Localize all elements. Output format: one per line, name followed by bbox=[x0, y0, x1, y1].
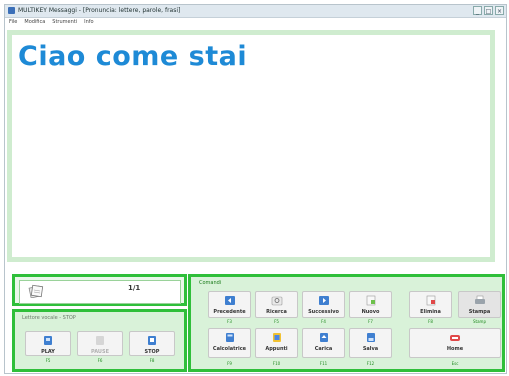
stop-icon bbox=[148, 336, 156, 345]
salva-button[interactable]: Salva bbox=[349, 328, 392, 358]
carica-button[interactable]: Carica bbox=[302, 328, 345, 358]
page-count: 1/1 bbox=[128, 284, 141, 292]
home-icon bbox=[450, 335, 460, 341]
commands-panel: Comandi Precedente F3 Ricerca F5 Success… bbox=[188, 274, 505, 372]
minimize-button[interactable]: _ bbox=[473, 6, 482, 15]
message-editor[interactable]: Ciao come stai bbox=[7, 30, 495, 262]
menu-file[interactable]: File bbox=[9, 18, 17, 27]
menu-info[interactable]: Info bbox=[84, 18, 93, 27]
pause-key: F6 bbox=[97, 358, 103, 363]
play-key: F5 bbox=[45, 358, 51, 363]
pages-icon bbox=[28, 284, 44, 298]
voice-reader-panel: Lettore vocale - STOP PLAY F5 PAUSE F6 S… bbox=[12, 309, 187, 372]
page-counter-box: 1/1 bbox=[19, 280, 181, 304]
appunti-key: F10 bbox=[272, 361, 281, 366]
stampa-label: Stampa bbox=[468, 309, 491, 315]
load-icon bbox=[319, 333, 328, 342]
stop-button[interactable]: STOP bbox=[129, 331, 175, 356]
home-button[interactable]: Home bbox=[409, 328, 501, 358]
elimina-button[interactable]: Elimina bbox=[409, 291, 452, 318]
pause-icon bbox=[96, 336, 104, 345]
commands-label: Comandi bbox=[199, 280, 222, 286]
search-icon bbox=[271, 296, 282, 306]
window-title: MULTIKEY Messaggi - [Pronuncia: lettere,… bbox=[18, 7, 181, 14]
delete-icon bbox=[426, 295, 435, 306]
nuovo-button[interactable]: Nuovo bbox=[349, 291, 392, 318]
elimina-label: Elimina bbox=[420, 309, 441, 315]
play-button[interactable]: PLAY bbox=[25, 331, 71, 356]
appunti-label: Appunti bbox=[265, 346, 288, 352]
title-bar: MULTIKEY Messaggi - [Pronuncia: lettere,… bbox=[5, 5, 506, 18]
salva-label: Salva bbox=[362, 346, 379, 352]
precedente-button[interactable]: Precedente bbox=[208, 291, 251, 318]
new-icon bbox=[366, 295, 375, 306]
previous-icon bbox=[224, 296, 235, 305]
notes-icon bbox=[272, 333, 281, 342]
carica-key: F11 bbox=[319, 361, 328, 366]
ricerca-label: Ricerca bbox=[266, 309, 287, 315]
voice-reader-status: Lettore vocale - STOP bbox=[22, 315, 76, 321]
calcolatrice-label: Calcolatrice bbox=[212, 346, 247, 352]
home-label: Home bbox=[446, 346, 464, 352]
close-button[interactable]: × bbox=[495, 6, 504, 15]
app-icon bbox=[8, 7, 15, 14]
stop-key: F8 bbox=[149, 358, 155, 363]
pause-label: PAUSE bbox=[91, 349, 109, 355]
ricerca-key: F5 bbox=[274, 319, 279, 324]
ricerca-button[interactable]: Ricerca bbox=[255, 291, 298, 318]
calculator-icon bbox=[225, 333, 234, 342]
message-text[interactable]: Ciao come stai bbox=[18, 41, 247, 72]
maximize-button[interactable]: □ bbox=[484, 6, 493, 15]
home-key: Esc bbox=[451, 361, 459, 366]
print-icon bbox=[474, 295, 485, 304]
elimina-key: F8 bbox=[428, 319, 433, 324]
salva-key: F12 bbox=[366, 361, 375, 366]
precedente-label: Precedente bbox=[213, 309, 246, 315]
precedente-key: F3 bbox=[227, 319, 232, 324]
stampa-button[interactable]: Stampa bbox=[458, 291, 501, 318]
save-icon bbox=[366, 333, 375, 342]
play-label: PLAY bbox=[41, 349, 55, 355]
successivo-button[interactable]: Successivo bbox=[302, 291, 345, 318]
calcolatrice-key: F9 bbox=[227, 361, 232, 366]
next-icon bbox=[318, 296, 329, 305]
successivo-key: F4 bbox=[321, 319, 326, 324]
nuovo-label: Nuovo bbox=[361, 309, 380, 315]
calcolatrice-button[interactable]: Calcolatrice bbox=[208, 328, 251, 358]
menu-bar: File Modifica Strumenti Info bbox=[5, 18, 506, 27]
stampa-key: Stamp bbox=[473, 319, 486, 324]
carica-label: Carica bbox=[314, 346, 333, 352]
stop-label: STOP bbox=[144, 349, 160, 355]
menu-modifica[interactable]: Modifica bbox=[24, 18, 45, 27]
pause-button[interactable]: PAUSE bbox=[77, 331, 123, 356]
page-panel: 1/1 bbox=[12, 274, 187, 306]
play-icon bbox=[44, 336, 52, 345]
successivo-label: Successivo bbox=[308, 309, 339, 315]
window-controls: _ □ × bbox=[473, 6, 504, 15]
nuovo-key: F7 bbox=[368, 319, 373, 324]
appunti-button[interactable]: Appunti bbox=[255, 328, 298, 358]
menu-strumenti[interactable]: Strumenti bbox=[52, 18, 77, 27]
